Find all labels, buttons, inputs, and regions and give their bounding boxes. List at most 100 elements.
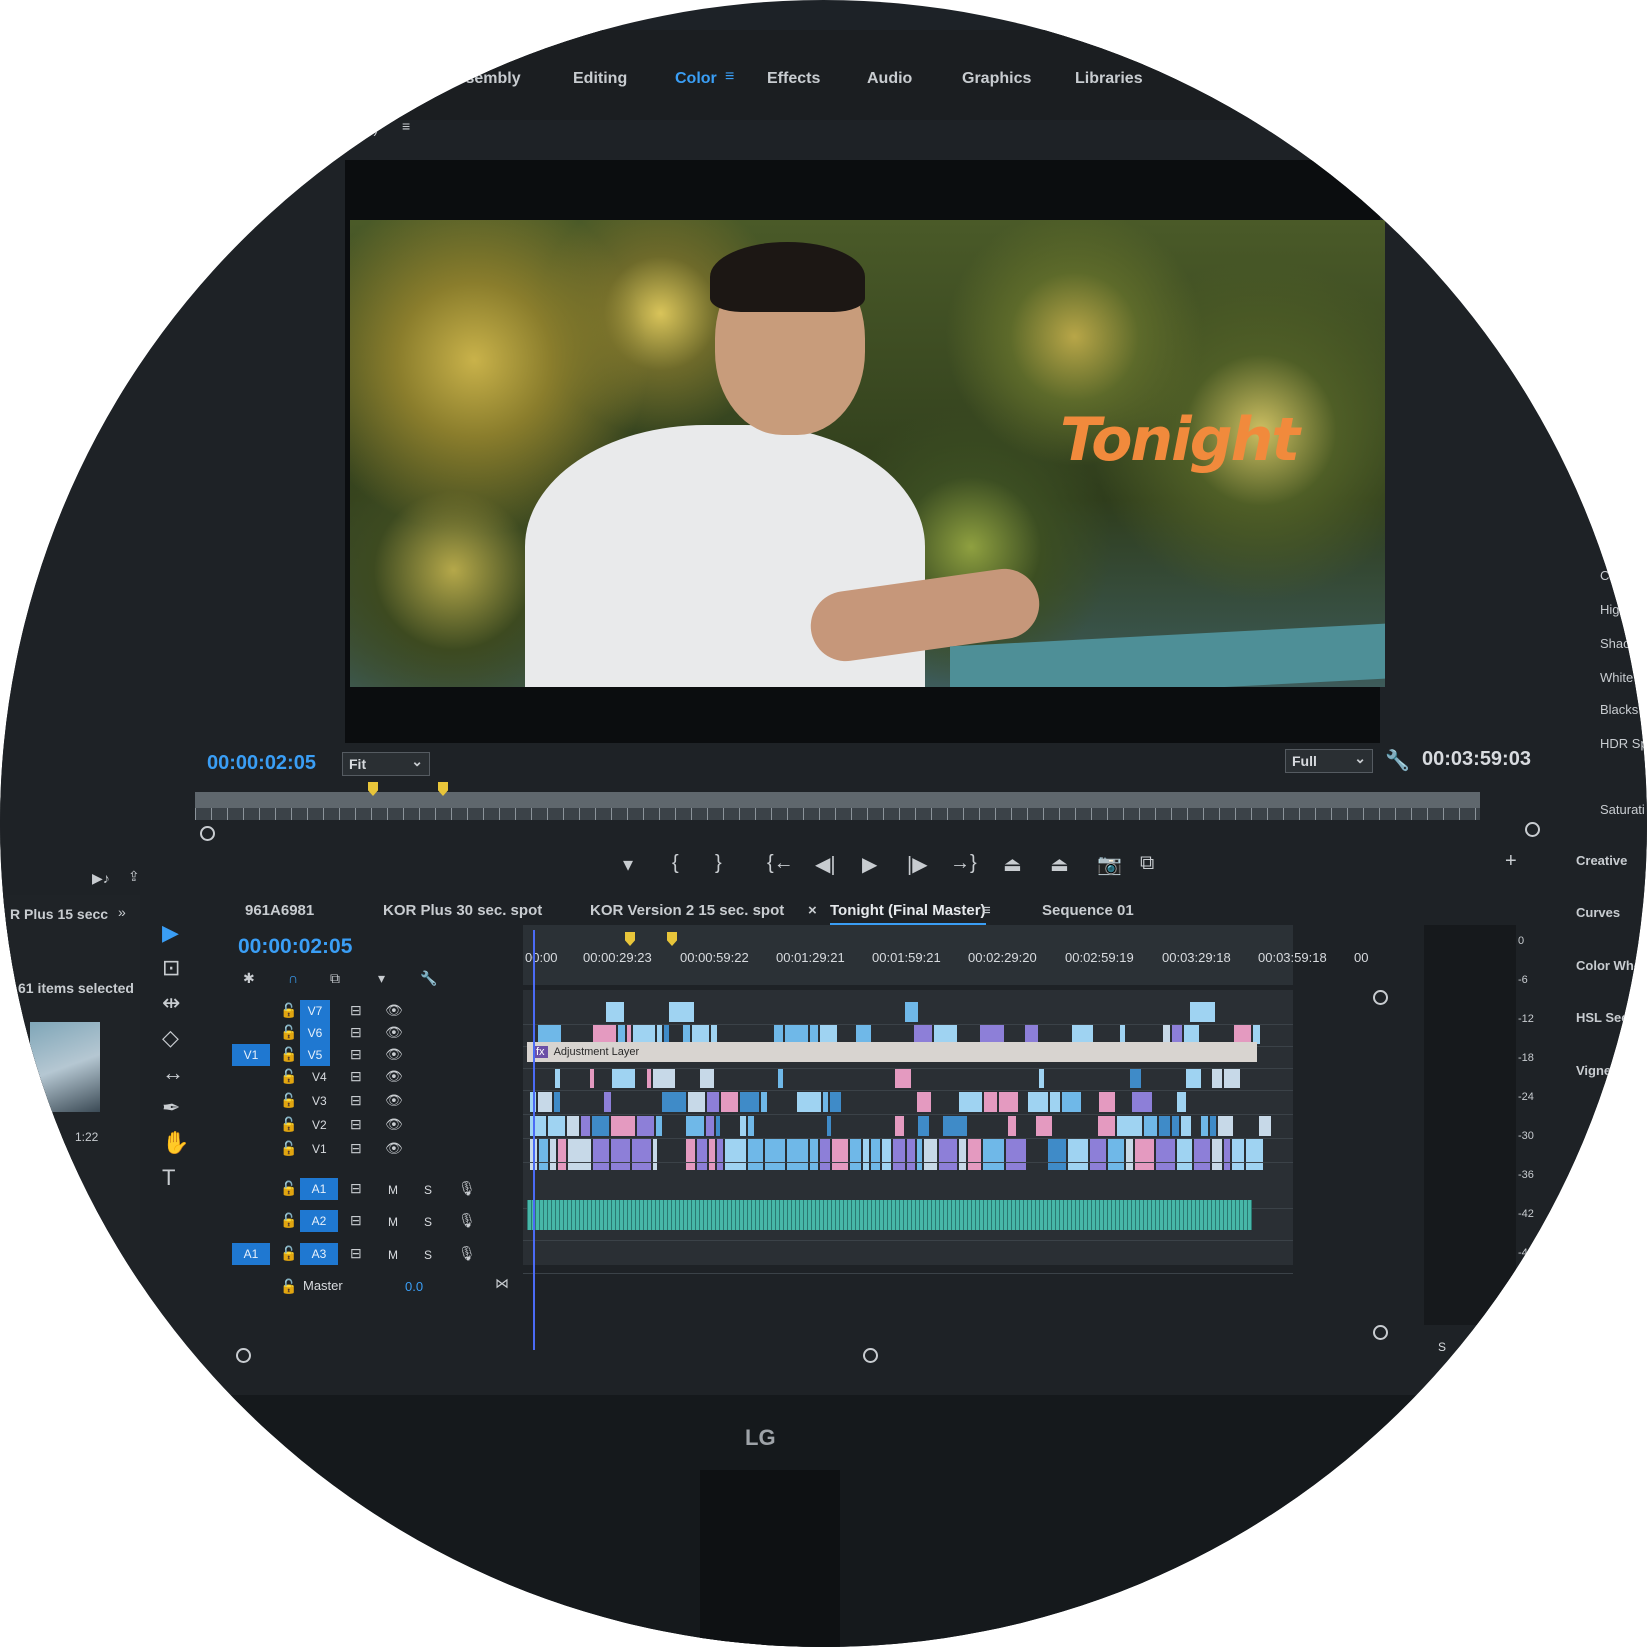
video-clip[interactable] [721,1092,738,1112]
video-clip[interactable] [823,1092,828,1112]
selection-tool-icon[interactable]: ▶ [162,920,179,946]
video-clip[interactable] [895,1068,911,1088]
sync-lock-icon[interactable]: ⊟ [350,1002,362,1019]
video-clip[interactable] [539,1138,548,1170]
extract-icon[interactable]: ⏏ [1050,852,1069,877]
track-label-v5[interactable]: V5 [300,1044,330,1066]
video-clip[interactable] [1072,1024,1093,1044]
video-clip[interactable] [1190,1002,1215,1022]
video-clip[interactable] [656,1116,662,1136]
lumetri-item[interactable]: Vigne [1576,1063,1611,1078]
tab-audio[interactable]: Audio [867,70,912,88]
timeline-scroll-left[interactable] [236,1348,251,1363]
video-clip[interactable] [709,1138,715,1170]
timeline-settings-icon[interactable]: 🔧 [420,970,437,987]
video-clip[interactable] [618,1024,625,1044]
video-clip[interactable] [1025,1024,1038,1044]
video-clip[interactable] [725,1138,746,1170]
tab-color[interactable]: Color [675,70,717,88]
video-clip[interactable] [686,1138,695,1170]
track-label-v3[interactable]: V3 [312,1094,327,1108]
eye-icon[interactable]: 👁 [385,1046,403,1063]
program-time-ruler[interactable] [195,792,1480,820]
fit-dropdown[interactable]: Fit [342,750,430,776]
tab-assembly[interactable]: Assembly [445,70,521,88]
video-clip[interactable] [778,1068,783,1088]
video-clip[interactable] [538,1024,561,1044]
video-clip[interactable] [761,1092,767,1112]
timeline-timecode[interactable]: 00:00:02:05 [238,935,352,959]
video-clip[interactable] [999,1092,1018,1112]
sync-lock-icon[interactable]: ⊟ [350,1180,362,1197]
lock-icon[interactable]: 🔓 [280,1140,297,1157]
video-clip[interactable] [832,1138,848,1170]
video-clip[interactable] [555,1068,560,1088]
video-clip[interactable] [1120,1024,1125,1044]
video-clip[interactable] [1132,1092,1152,1112]
video-clip[interactable] [1048,1138,1066,1170]
video-clip[interactable] [1098,1116,1115,1136]
video-clip[interactable] [827,1116,831,1136]
type-tool-icon[interactable]: T [162,1165,175,1191]
lift-icon[interactable]: ⏏ [1003,852,1022,877]
razor-icon[interactable]: ◇ [162,1025,179,1051]
video-clip[interactable] [1036,1116,1052,1136]
eye-icon[interactable]: 👁 [385,1002,403,1019]
video-clip[interactable] [820,1138,830,1170]
video-clip[interactable] [657,1024,662,1044]
video-clip[interactable] [1039,1068,1044,1088]
video-clip[interactable] [1184,1024,1199,1044]
ripple-edit-icon[interactable]: ⇹ [162,990,180,1016]
video-clip[interactable] [697,1138,707,1170]
master-volume[interactable]: 0.0 [405,1279,423,1294]
video-clip[interactable] [1212,1138,1222,1170]
video-clip[interactable] [740,1116,746,1136]
tab-libraries[interactable]: Libraries [1075,70,1143,88]
mute-button[interactable]: M [388,1215,398,1229]
audio-clip-icon[interactable]: ▶♪ [92,870,110,887]
video-clip[interactable] [785,1024,808,1044]
video-clip[interactable] [787,1138,808,1170]
video-clip[interactable] [1232,1138,1244,1170]
solo-button[interactable]: S [1438,1340,1446,1354]
video-clip[interactable] [558,1138,566,1170]
video-clip[interactable] [882,1138,891,1170]
tab-effects[interactable]: Effects [767,70,820,88]
video-clip[interactable] [830,1092,841,1112]
track-label-v7[interactable]: V7 [300,1000,330,1022]
video-clip[interactable] [1224,1138,1230,1170]
solo-button[interactable]: S [424,1215,432,1229]
video-clip[interactable] [1156,1138,1175,1170]
video-clip[interactable] [893,1138,905,1170]
video-clip[interactable] [688,1092,705,1112]
video-clip[interactable] [748,1138,763,1170]
video-clip[interactable] [1099,1092,1115,1112]
track-select-icon[interactable]: ⊡ [162,955,180,981]
video-clip[interactable] [1224,1068,1240,1088]
video-clip[interactable] [810,1138,818,1170]
video-clip[interactable] [612,1068,635,1088]
video-clip[interactable] [820,1024,837,1044]
eye-icon[interactable]: 👁 [385,1092,403,1109]
video-clip[interactable] [669,1002,694,1022]
seq-tab-3[interactable]: KOR Version 2 15 sec. spot [590,902,784,919]
hamburger-icon[interactable]: ≡ [725,68,734,86]
lumetri-item[interactable]: Creative [1576,853,1627,868]
video-clip[interactable] [1218,1116,1233,1136]
video-clip[interactable] [1126,1138,1133,1170]
sync-lock-icon[interactable]: ⊟ [350,1212,362,1229]
lumetri-item[interactable]: Blacks [1600,702,1638,717]
video-clip[interactable] [914,1024,932,1044]
video-clip[interactable] [905,1002,918,1022]
lumetri-item[interactable]: Shac [1600,636,1630,651]
video-clip[interactable] [686,1116,704,1136]
video-clip[interactable] [593,1138,609,1170]
video-clip[interactable] [1135,1138,1154,1170]
video-clip[interactable] [581,1116,590,1136]
jump-icon[interactable]: ⋈ [495,1275,509,1292]
video-clip[interactable] [1253,1024,1260,1044]
video-clip[interactable] [917,1092,931,1112]
microphone-icon[interactable]: 🎙 [458,1212,476,1229]
quality-dropdown[interactable]: Full [1285,747,1373,773]
video-clip[interactable] [1108,1138,1124,1170]
